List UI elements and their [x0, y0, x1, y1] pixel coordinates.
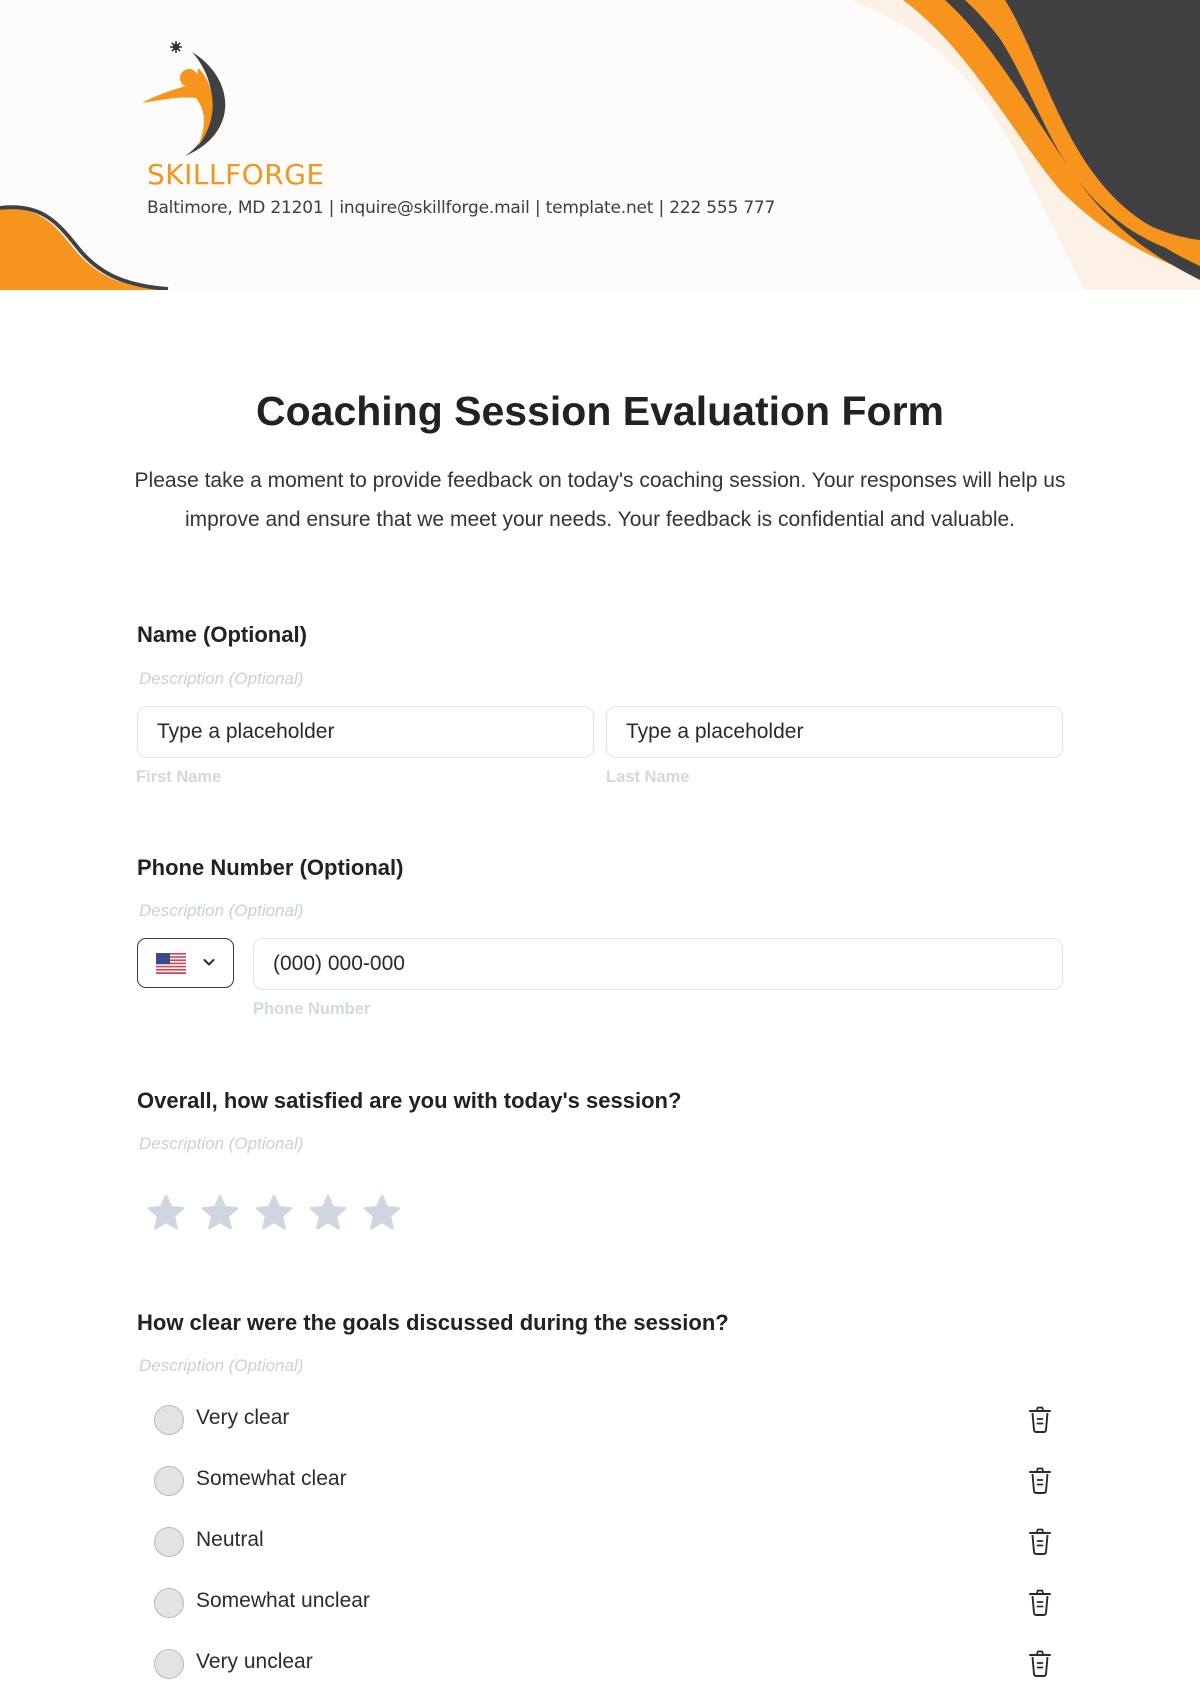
- name-label: Name (Optional): [137, 622, 307, 647]
- radio-button[interactable]: [154, 1527, 184, 1557]
- first-name-input[interactable]: Type a placeholder: [137, 706, 594, 758]
- star-icon[interactable]: [200, 1193, 240, 1233]
- option-row[interactable]: Neutral: [154, 1522, 1054, 1562]
- star-icon[interactable]: [254, 1193, 294, 1233]
- brand-name: SKILLFORGE: [147, 158, 325, 191]
- letterhead: SKILLFORGE Baltimore, MD 21201 | inquire…: [0, 0, 1200, 290]
- star-icon[interactable]: [308, 1193, 348, 1233]
- option-row[interactable]: Very clear: [154, 1400, 1054, 1440]
- form-title: Coaching Session Evaluation Form: [255, 388, 944, 434]
- option-label: Neutral: [196, 1528, 264, 1551]
- logo-icon: [142, 41, 226, 156]
- first-name-sublabel: First Name: [136, 768, 222, 786]
- name-description: Description (Optional): [139, 669, 304, 688]
- phone-description: Description (Optional): [139, 901, 304, 920]
- country-code-select[interactable]: [137, 938, 234, 988]
- radio-button[interactable]: [154, 1466, 184, 1496]
- last-name-input[interactable]: Type a placeholder: [606, 706, 1063, 758]
- contact-info: Baltimore, MD 21201 | inquire@skillforge…: [147, 198, 776, 218]
- option-label: Very clear: [196, 1406, 290, 1429]
- option-row[interactable]: Very unclear: [154, 1644, 1054, 1684]
- option-row[interactable]: Somewhat unclear: [154, 1583, 1054, 1623]
- form-intro: Please take a moment to provide feedback…: [134, 469, 1066, 531]
- orange-wave-left: [0, 209, 168, 290]
- star-icon[interactable]: [362, 1193, 402, 1233]
- trash-icon[interactable]: [1028, 1650, 1052, 1678]
- phone-label: Phone Number (Optional): [137, 855, 404, 880]
- radio-button[interactable]: [154, 1649, 184, 1679]
- trash-icon[interactable]: [1028, 1589, 1052, 1617]
- goals-clarity-description: Description (Optional): [139, 1356, 304, 1375]
- last-name-sublabel: Last Name: [606, 768, 690, 786]
- goals-clarity-label: How clear were the goals discussed durin…: [137, 1310, 729, 1335]
- star-icon[interactable]: [146, 1193, 186, 1233]
- phone-number-sublabel: Phone Number: [253, 1000, 371, 1018]
- trash-icon[interactable]: [1028, 1467, 1052, 1495]
- chevron-down-icon: [203, 959, 215, 966]
- option-label: Very unclear: [196, 1650, 313, 1673]
- trash-icon[interactable]: [1028, 1406, 1052, 1434]
- satisfaction-label: Overall, how satisfied are you with toda…: [137, 1088, 682, 1113]
- radio-button[interactable]: [154, 1588, 184, 1618]
- trash-icon[interactable]: [1028, 1528, 1052, 1556]
- option-row[interactable]: Somewhat clear: [154, 1461, 1054, 1501]
- spark-icon: [170, 41, 182, 53]
- option-label: Somewhat clear: [196, 1467, 347, 1490]
- us-flag-icon: [156, 953, 186, 974]
- option-label: Somewhat unclear: [196, 1589, 370, 1612]
- satisfaction-description: Description (Optional): [139, 1134, 304, 1153]
- phone-number-input[interactable]: (000) 000-000: [253, 938, 1063, 990]
- radio-button[interactable]: [154, 1405, 184, 1435]
